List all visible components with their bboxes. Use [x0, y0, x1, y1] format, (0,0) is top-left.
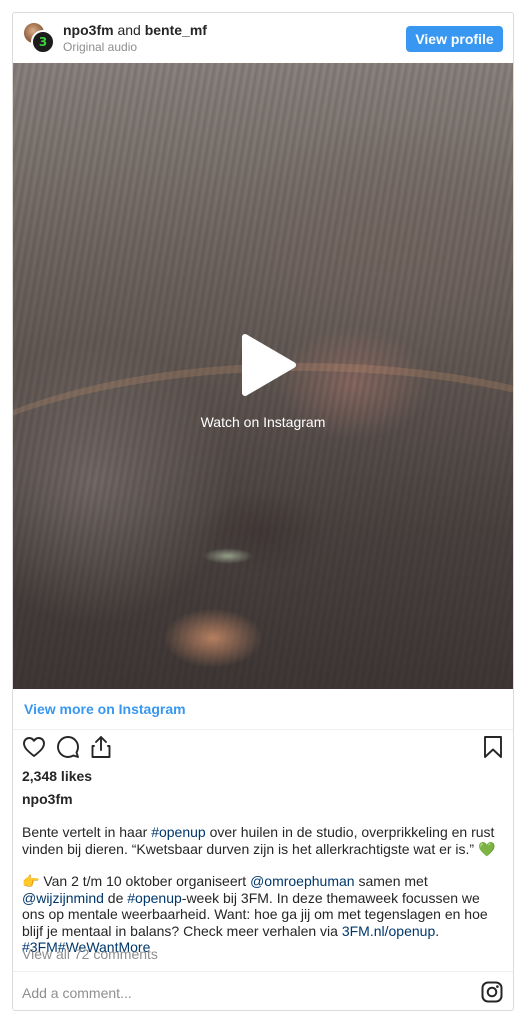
view-profile-button[interactable]: View profile [406, 26, 503, 52]
caption-text: de [103, 889, 128, 906]
view-more-link[interactable]: View more on Instagram [24, 701, 186, 718]
caption-text: . [435, 922, 440, 939]
comment-icon[interactable] [56, 735, 80, 759]
lens-flare-arc [13, 363, 513, 683]
share-icon[interactable] [89, 735, 113, 759]
lens-flare-spot [203, 548, 253, 564]
hashtag-link[interactable]: #openup [127, 890, 182, 906]
view-more-row: View more on Instagram [13, 689, 513, 730]
comment-row [13, 971, 513, 1010]
authors-connector: and [113, 22, 145, 38]
hashtag-link[interactable]: #openup [151, 824, 206, 840]
audio-label[interactable]: Original audio [63, 40, 137, 54]
instagram-embed-card: 3 npo3fm and bente_mf Original audio Vie… [12, 12, 514, 1011]
view-all-comments-link[interactable]: View all 72 comments [22, 946, 158, 963]
mention-link[interactable]: @omroephuman [250, 873, 355, 889]
caption-text: Bente vertelt in haar [22, 824, 152, 840]
instagram-logo-icon[interactable] [481, 981, 503, 1003]
caption-text: Van 2 t/m 10 oktober organiseert [39, 873, 251, 889]
mention-link[interactable]: @wijzijnmind [22, 890, 104, 906]
username-link-primary[interactable]: npo3fm [63, 22, 114, 38]
avatar-npo3fm: 3 [31, 30, 55, 54]
green-heart-emoji: 💚 [477, 840, 496, 857]
post-authors: npo3fm and bente_mf [63, 22, 207, 39]
watch-on-instagram-link[interactable]: Watch on Instagram [13, 414, 513, 431]
add-comment-input[interactable] [22, 983, 442, 1003]
url-link[interactable]: 3FM.nl/openup [342, 923, 435, 939]
video-media[interactable]: Watch on Instagram [13, 63, 513, 689]
caption-paragraph-2: 👉 Van 2 t/m 10 oktober organiseert @omro… [22, 873, 502, 956]
pointing-hand-emoji: 👉 [22, 873, 40, 889]
play-icon[interactable] [237, 333, 297, 397]
post-header: 3 npo3fm and bente_mf Original audio Vie… [13, 13, 513, 63]
caption-paragraph-1: Bente vertelt in haar #openup over huile… [22, 824, 502, 857]
post-caption: Bente vertelt in haar #openup over huile… [22, 824, 502, 956]
likes-count[interactable]: 2,348 likes [22, 768, 92, 785]
bookmark-icon[interactable] [481, 735, 505, 759]
action-bar [13, 735, 513, 765]
username-link-secondary[interactable]: bente_mf [145, 22, 207, 38]
heart-icon[interactable] [22, 735, 46, 759]
necklace-pendant [163, 608, 263, 668]
owner-username[interactable]: npo3fm [22, 791, 73, 808]
caption-text: samen met [354, 873, 428, 889]
avatar[interactable]: 3 [22, 21, 56, 55]
avatar-badge-text: 3 [38, 35, 48, 49]
